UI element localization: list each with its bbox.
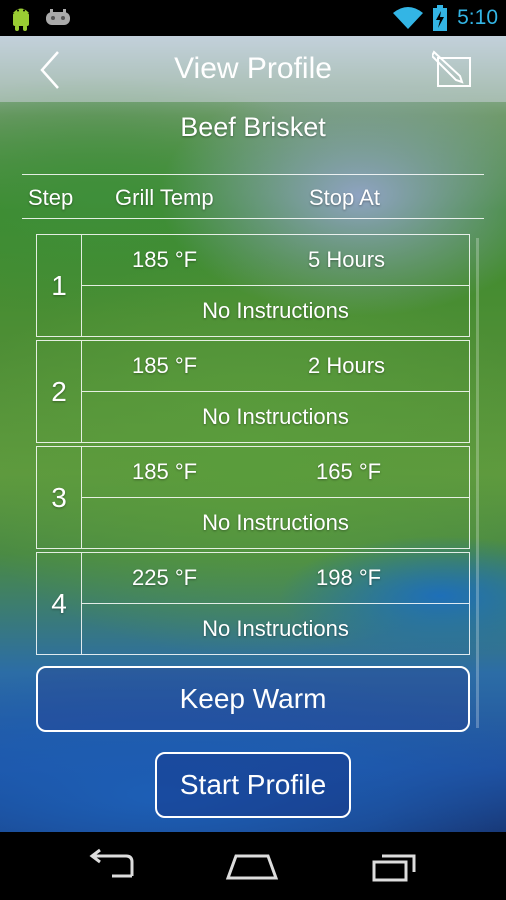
edit-icon (432, 50, 471, 87)
profile-name: Beef Brisket (180, 112, 326, 142)
step-grill-temp: 185 °F (132, 459, 198, 484)
step-number: 3 (37, 447, 82, 548)
step-stop-at: 165 °F (316, 459, 382, 484)
step-values: 185 °F 2 Hours (82, 341, 469, 392)
step-number: 4 (37, 553, 82, 654)
back-arrow-icon[interactable] (82, 848, 142, 884)
step-number: 1 (37, 235, 82, 336)
step-grill-temp: 225 °F (132, 565, 198, 590)
home-icon[interactable] (222, 848, 282, 884)
header-stop-at: Stop At (309, 185, 380, 210)
step-values: 185 °F 165 °F (82, 447, 469, 498)
recent-apps-icon[interactable] (364, 848, 424, 884)
step-grill-temp: 185 °F (132, 353, 198, 378)
game-controller-icon (46, 9, 70, 25)
chevron-left-icon (40, 51, 59, 89)
steps-list: 1 185 °F 5 Hours No Instructions 2 185 °… (36, 234, 470, 658)
step-number: 2 (37, 341, 82, 442)
wifi-icon (393, 7, 424, 29)
android-icon (13, 8, 29, 31)
step-instructions: No Instructions (202, 404, 349, 429)
step-stop-at: 2 Hours (308, 353, 386, 378)
status-clock: 5:10 (457, 6, 498, 29)
step-instructions: No Instructions (202, 510, 349, 535)
back-button[interactable] (30, 50, 70, 90)
step-values: 185 °F 5 Hours (82, 235, 469, 286)
header-step: Step (28, 185, 74, 210)
step-instructions: No Instructions (202, 298, 349, 323)
step-row[interactable]: 1 185 °F 5 Hours No Instructions (36, 234, 470, 337)
step-stop-at: 198 °F (316, 565, 382, 590)
navigation-bar (0, 832, 506, 900)
page-title: View Profile (174, 52, 332, 85)
step-values: 225 °F 198 °F (82, 553, 469, 604)
battery-charging-icon (433, 5, 448, 31)
steps-table-header: Step Grill Temp Stop At (22, 174, 484, 219)
step-stop-at: 5 Hours (308, 247, 386, 272)
step-grill-temp: 185 °F (132, 247, 198, 272)
status-bar: 5:10 (0, 0, 506, 36)
edit-profile-button[interactable] (432, 50, 476, 90)
step-row[interactable]: 3 185 °F 165 °F No Instructions (36, 446, 470, 549)
scrollbar[interactable] (476, 238, 479, 728)
step-instructions: No Instructions (202, 616, 349, 641)
start-profile-button[interactable]: Start Profile (155, 752, 351, 818)
step-row[interactable]: 2 185 °F 2 Hours No Instructions (36, 340, 470, 443)
step-row[interactable]: 4 225 °F 198 °F No Instructions (36, 552, 470, 655)
action-bar: View Profile (0, 36, 506, 102)
header-grill-temp: Grill Temp (115, 185, 214, 210)
keep-warm-button[interactable]: Keep Warm (36, 666, 470, 732)
